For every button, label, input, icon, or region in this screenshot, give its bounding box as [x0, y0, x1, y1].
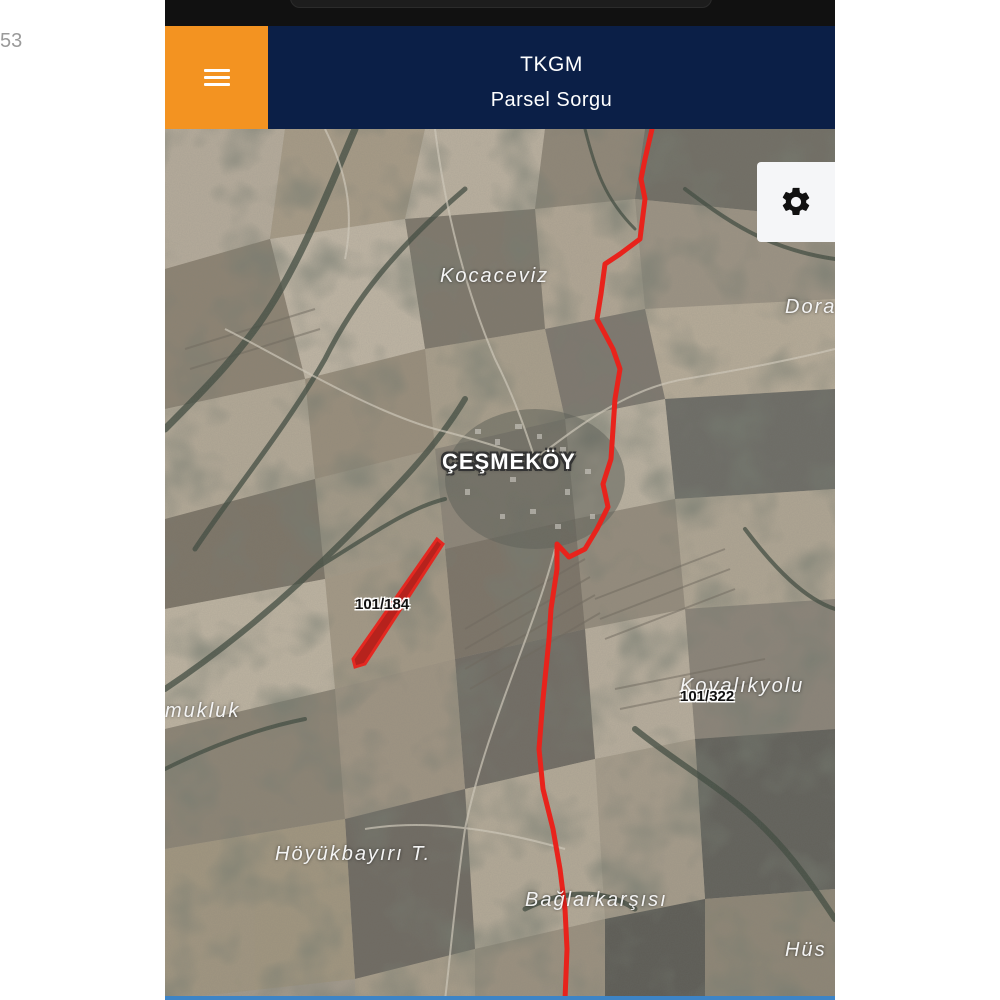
app-header: TKGM Parsel Sorgu	[165, 26, 835, 129]
place-label-hoyuk: Höyükbayırı T.	[275, 843, 432, 865]
parcel-label-other[interactable]: 101/322	[680, 688, 734, 705]
status-notch	[290, 0, 712, 8]
place-label-mukluk: mukluk	[165, 700, 241, 722]
place-label-dora: Dora	[785, 296, 835, 318]
satellite-imagery	[165, 129, 835, 1000]
gear-icon	[782, 187, 810, 216]
menu-button[interactable]	[165, 26, 268, 129]
map-view[interactable]: Kocaceviz Dora ÇEŞMEKÖY 101/184 Kovalıky…	[165, 129, 835, 1000]
bottom-accent-bar	[165, 996, 835, 1000]
app-title: TKGM	[520, 53, 583, 76]
place-label-kocaceviz: Kocaceviz	[440, 265, 550, 287]
status-bar	[165, 0, 835, 26]
village-label: ÇEŞMEKÖY	[442, 449, 576, 474]
place-label-baglar: Bağlarkarşısı	[525, 889, 668, 911]
parcel-label-selected[interactable]: 101/184	[355, 596, 409, 613]
app-subtitle: Parsel Sorgu	[490, 89, 613, 111]
place-label-hus: Hüs	[785, 939, 827, 961]
phone-screen: TKGM Parsel Sorgu Kocaceviz Dora ÇEŞMEKÖ…	[165, 0, 835, 1000]
settings-button[interactable]	[757, 162, 835, 242]
hamburger-icon	[203, 65, 230, 90]
side-number: 53	[0, 30, 23, 52]
